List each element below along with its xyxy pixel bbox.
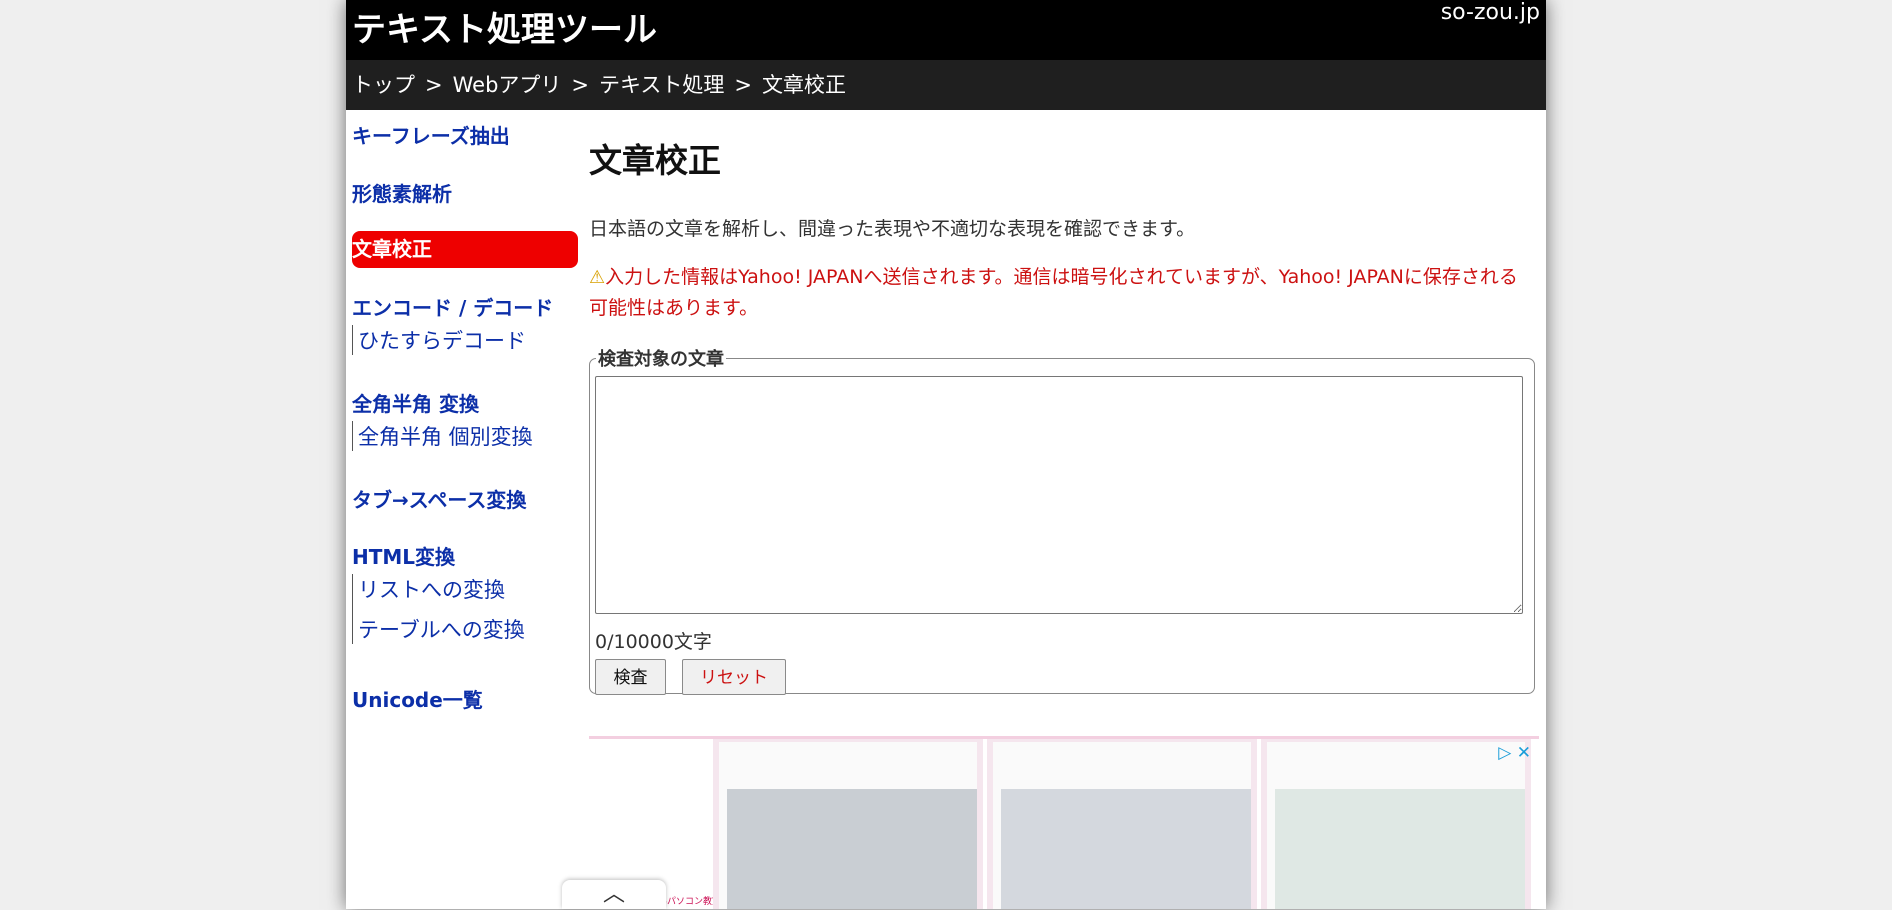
ad-banner[interactable]: 仕事と資格に強いパソコン教室 ▷ ✕ <box>589 736 1539 909</box>
page-title: 文章校正 <box>589 141 721 180</box>
chevron-up-icon: ︿ <box>602 882 625 907</box>
warning-icon: ⚠ <box>589 267 606 288</box>
warning-message: ⚠入力した情報はYahoo! JAPANへ送信されます。通信は暗号化されています… <box>589 262 1534 323</box>
sidebar-item-label: 文章校正 <box>352 237 432 261</box>
breadcrumb-separator: > <box>425 73 443 97</box>
page-description: 日本語の文章を解析し、間違った表現や不適切な表現を確認できます。 <box>589 218 1196 240</box>
sidebar-subitem-decode[interactable]: ひたすらデコード <box>352 325 526 355</box>
fieldset-legend: 検査対象の文章 <box>596 345 726 371</box>
ad-card-body <box>719 742 977 909</box>
sidebar-item-morph[interactable]: 形態素解析 <box>352 178 452 207</box>
sidebar-item-encode[interactable]: エンコード / デコード <box>352 292 553 321</box>
main-content: 文章校正 日本語の文章を解析し、間違った表現や不適切な表現を確認できます。 ⚠入… <box>589 110 1539 909</box>
sidebar-item-tab-to-space[interactable]: タブ→スペース変換 <box>352 484 526 513</box>
scroll-up-button[interactable]: ︿ <box>562 880 666 909</box>
sidebar-subitem-zenhan-individual[interactable]: 全角半角 個別変換 <box>352 421 533 451</box>
sidebar-item-keyphrase[interactable]: キーフレーズ抽出 <box>352 120 510 149</box>
input-textarea[interactable] <box>595 376 1523 614</box>
check-button[interactable]: 検査 <box>595 659 666 695</box>
char-count: 0/10000文字 <box>595 631 712 653</box>
breadcrumb: トップ > Webアプリ > テキスト処理 > 文章校正 <box>346 60 1546 110</box>
reset-button[interactable]: リセット <box>682 659 786 695</box>
sidebar-item-proofread-active[interactable]: 文章校正 <box>352 231 578 268</box>
proofread-fieldset: 検査対象の文章 0/10000文字 検査 リセット <box>589 345 1535 695</box>
breadcrumb-text-processing[interactable]: テキスト処理 <box>599 73 724 97</box>
site-domain-link[interactable]: so-zou.jp <box>1441 0 1540 25</box>
sidebar-subitem-table[interactable]: テーブルへの変換 <box>352 614 525 644</box>
sidebar-item-html[interactable]: HTML変換 <box>352 541 455 570</box>
ad-card[interactable] <box>713 739 983 909</box>
breadcrumb-top[interactable]: トップ <box>352 73 415 97</box>
ad-card[interactable] <box>987 739 1257 909</box>
sidebar-subitem-list[interactable]: リストへの変換 <box>352 574 505 614</box>
ad-image <box>727 789 977 909</box>
site-header: テキスト処理ツール so-zou.jp <box>346 0 1546 60</box>
ad-image <box>1001 789 1251 909</box>
ad-card[interactable] <box>1261 739 1531 909</box>
sidebar-item-zenhan[interactable]: 全角半角 変換 <box>352 388 479 417</box>
warning-text: 入力した情報はYahoo! JAPANへ送信されます。通信は暗号化されていますが… <box>589 266 1518 319</box>
ad-image <box>1275 789 1525 909</box>
ad-choices-close-icon[interactable]: ▷ ✕ <box>1498 743 1531 763</box>
breadcrumb-current: 文章校正 <box>762 73 846 97</box>
sidebar: キーフレーズ抽出 形態素解析 文章校正 エンコード / デコード ひたすらデコー… <box>346 110 586 909</box>
sidebar-item-unicode[interactable]: Unicode一覧 <box>352 684 483 713</box>
breadcrumb-webapp[interactable]: Webアプリ <box>453 73 562 97</box>
site-title[interactable]: テキスト処理ツール <box>352 2 657 51</box>
breadcrumb-separator: > <box>734 73 752 97</box>
page-container: テキスト処理ツール so-zou.jp トップ > Webアプリ > テキスト処理 > 文章… <box>346 0 1546 909</box>
ad-card-body <box>993 742 1251 909</box>
breadcrumb-separator: > <box>571 73 590 97</box>
ad-card-body <box>1267 742 1525 909</box>
